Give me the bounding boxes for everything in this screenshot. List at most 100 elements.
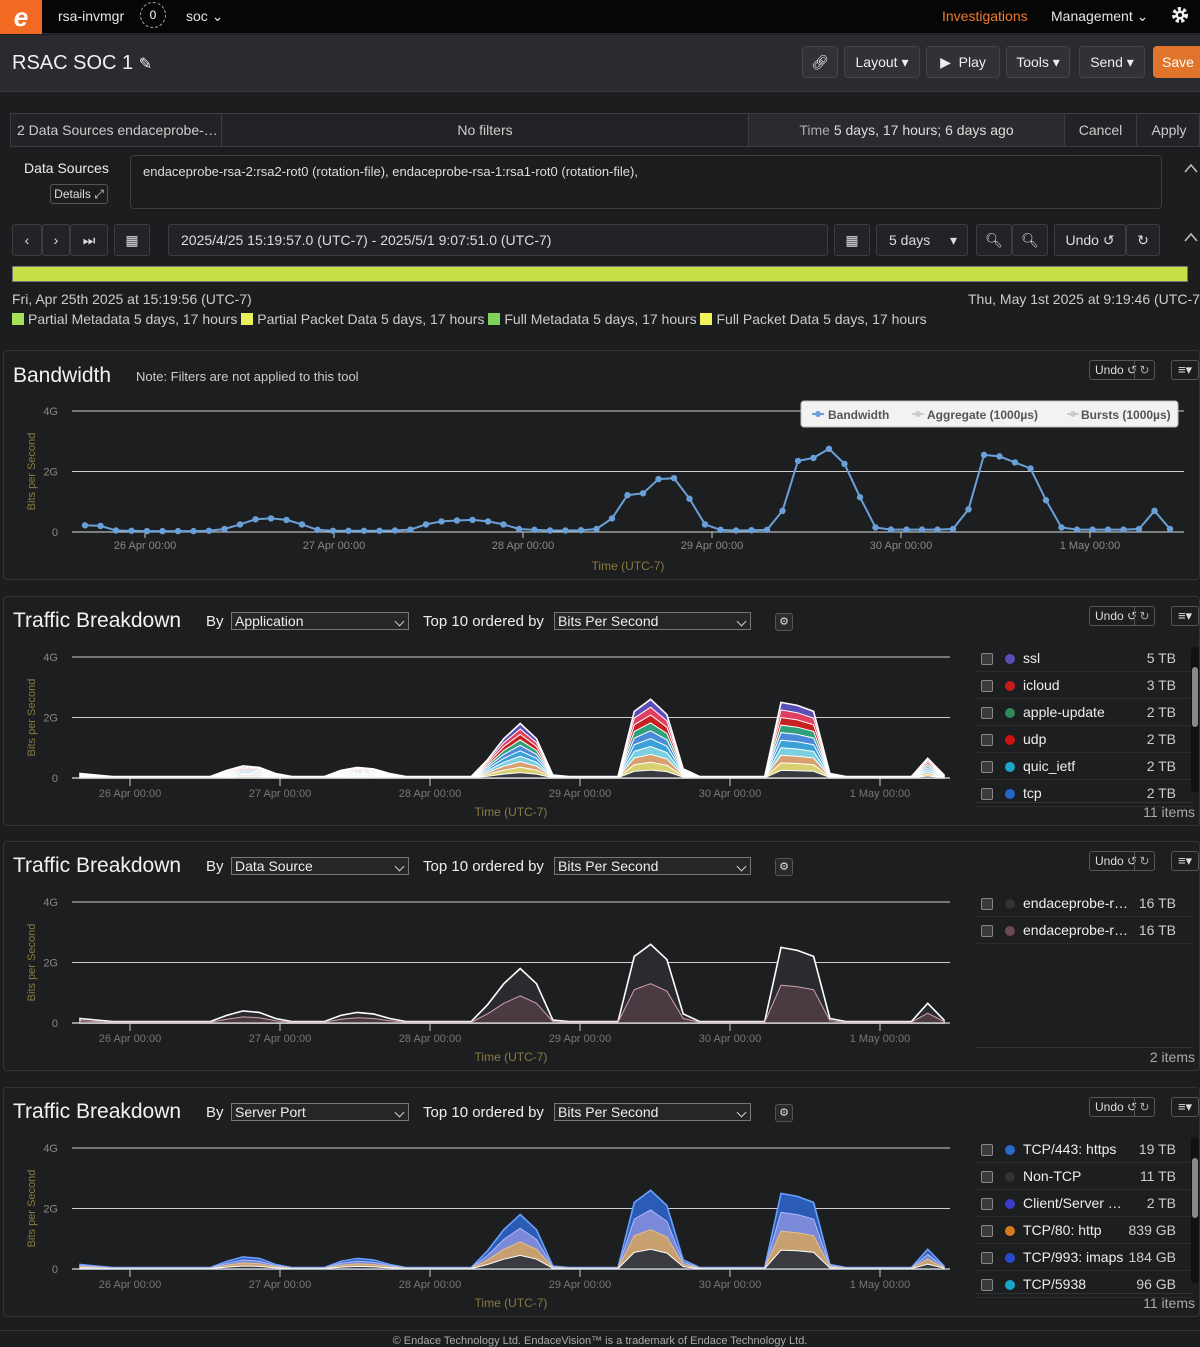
cancel-button[interactable]: Cancel — [1065, 114, 1137, 146]
series-row[interactable]: quic_ietf 2 TB — [976, 753, 1192, 780]
series-checkbox[interactable] — [981, 1171, 993, 1183]
zoom-in-button[interactable]: 🔍︎ — [1012, 224, 1048, 256]
workspace-menu[interactable]: soc ⌄ — [186, 8, 223, 25]
series-row[interactable]: Non-TCP 11 TB — [976, 1163, 1192, 1190]
series-checkbox[interactable] — [981, 925, 993, 937]
group-by-select[interactable]: Server Port — [231, 1103, 409, 1121]
next-button[interactable]: › — [42, 224, 70, 256]
data-point[interactable] — [438, 518, 445, 525]
data-point[interactable] — [205, 527, 213, 534]
data-point[interactable] — [996, 453, 1003, 460]
calendar-end-button[interactable]: ▦ — [834, 224, 870, 256]
series-checkbox[interactable] — [981, 653, 993, 665]
menu-button[interactable]: ≡▾ — [1171, 851, 1199, 871]
legend-label[interactable]: Bandwidth — [828, 408, 889, 422]
data-point[interactable] — [732, 527, 740, 534]
data-point[interactable] — [763, 526, 771, 534]
data-point[interactable] — [1089, 526, 1096, 533]
data-point[interactable] — [903, 526, 910, 533]
data-point[interactable] — [221, 525, 228, 533]
undo-button[interactable]: Undo ↺ — [1054, 224, 1126, 256]
scrollbar[interactable] — [1191, 1138, 1199, 1283]
group-by-select[interactable]: Application — [231, 612, 409, 630]
scrollbar-thumb[interactable] — [1192, 667, 1198, 727]
data-point[interactable] — [143, 527, 151, 535]
data-point[interactable] — [949, 525, 957, 533]
zoom-out-button[interactable]: 🔍︎ — [976, 224, 1012, 256]
series-row[interactable]: udp 2 TB — [976, 726, 1192, 753]
data-point[interactable] — [1166, 525, 1174, 533]
refresh-icon[interactable]: ↻ — [1134, 361, 1154, 379]
data-point[interactable] — [1073, 526, 1081, 533]
data-point[interactable] — [1027, 465, 1034, 472]
data-point[interactable] — [655, 475, 662, 483]
data-point[interactable] — [391, 527, 399, 534]
menu-button[interactable]: ≡▾ — [1171, 360, 1199, 380]
details-button[interactable]: Details ⤢ — [50, 184, 108, 204]
data-point[interactable] — [624, 491, 631, 499]
data-point[interactable] — [717, 526, 724, 534]
calendar-button[interactable]: ▦ — [114, 224, 150, 256]
layout-button[interactable]: Layout ▾ — [844, 46, 920, 78]
menu-button[interactable]: ≡▾ — [1171, 1097, 1199, 1117]
data-point[interactable] — [469, 516, 476, 524]
data-point[interactable] — [887, 526, 895, 533]
data-point[interactable] — [407, 526, 414, 533]
data-point[interactable] — [267, 515, 275, 522]
data-point[interactable] — [686, 495, 693, 502]
data-sources-filter[interactable]: 2 Data Sources endaceprobe-… — [11, 114, 222, 146]
data-point[interactable] — [252, 516, 259, 523]
scrollbar-thumb[interactable] — [1192, 1158, 1198, 1218]
data-point[interactable] — [376, 527, 383, 534]
pencil-icon[interactable]: ✎ — [139, 56, 152, 73]
data-point[interactable] — [283, 516, 290, 524]
data-point[interactable] — [670, 474, 678, 482]
data-point[interactable] — [298, 521, 306, 528]
data-point[interactable] — [593, 525, 600, 533]
data-point[interactable] — [515, 525, 523, 533]
series-row[interactable]: TCP/80: http 839 GB — [976, 1217, 1192, 1244]
data-point[interactable] — [190, 527, 197, 535]
series-checkbox[interactable] — [981, 1252, 993, 1264]
investigations-link[interactable]: Investigations — [942, 8, 1028, 24]
series-row[interactable]: endaceprobe-r… 16 TB — [976, 890, 1192, 917]
series-checkbox[interactable] — [981, 761, 993, 773]
data-point[interactable] — [918, 526, 926, 533]
apply-button[interactable]: Apply — [1137, 114, 1200, 146]
undo-button[interactable]: Undo ↺ ↻ — [1089, 606, 1155, 626]
settings-button[interactable]: ⚙ — [775, 613, 793, 631]
data-point[interactable] — [360, 527, 368, 534]
data-point[interactable] — [484, 518, 492, 525]
data-point[interactable] — [748, 526, 755, 534]
endace-logo[interactable]: e — [0, 0, 42, 34]
data-point[interactable] — [1120, 526, 1127, 533]
data-point[interactable] — [128, 527, 135, 534]
data-point[interactable] — [825, 445, 833, 453]
data-point[interactable] — [422, 521, 430, 528]
data-point[interactable] — [112, 527, 120, 534]
send-button[interactable]: Send ▾ — [1079, 46, 1145, 78]
collapse-icon[interactable] — [1184, 232, 1198, 242]
gear-icon[interactable] — [1168, 3, 1192, 27]
data-point[interactable] — [546, 527, 554, 534]
data-point[interactable] — [314, 526, 321, 534]
group-by-select[interactable]: Data Source — [231, 857, 409, 875]
series-row[interactable]: icloud 3 TB — [976, 672, 1192, 699]
duration-select[interactable]: 5 days ▾ — [876, 224, 968, 256]
series-row[interactable]: ssl 5 TB — [976, 645, 1192, 672]
legend-label[interactable]: Bursts (1000µs) — [1081, 408, 1171, 422]
data-point[interactable] — [577, 526, 585, 534]
data-point[interactable] — [794, 457, 802, 465]
data-point[interactable] — [810, 454, 817, 462]
series-checkbox[interactable] — [981, 707, 993, 719]
series-checkbox[interactable] — [981, 1198, 993, 1210]
data-point[interactable] — [159, 527, 166, 535]
order-by-select[interactable]: Bits Per Second — [554, 1103, 751, 1121]
series-checkbox[interactable] — [981, 898, 993, 910]
refresh-icon[interactable]: ↻ — [1134, 852, 1154, 870]
refresh-icon[interactable]: ↻ — [1134, 607, 1154, 625]
prev-button[interactable]: ‹ — [12, 224, 42, 256]
play-button[interactable]: ▶ Play — [926, 46, 1000, 78]
data-point[interactable] — [608, 515, 616, 522]
series-row[interactable]: Client/Server … 2 TB — [976, 1190, 1192, 1217]
